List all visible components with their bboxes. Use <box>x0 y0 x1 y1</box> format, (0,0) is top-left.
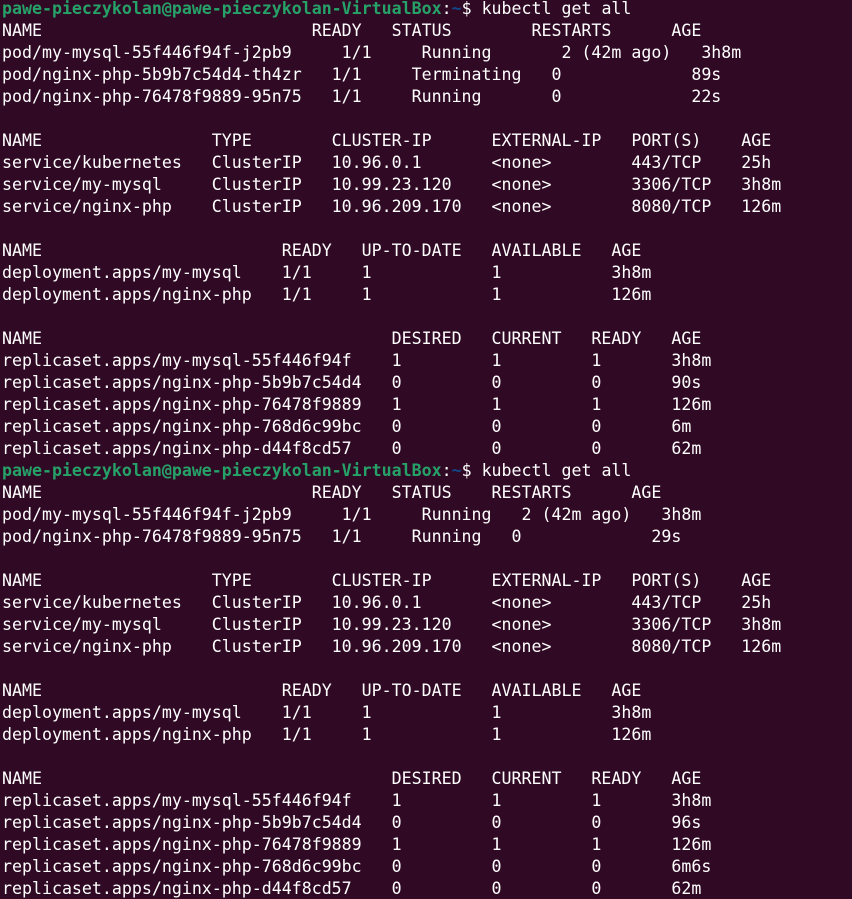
prompt-user-host: pawe-pieczykolan@pawe-pieczykolan-Virtua… <box>2 0 442 18</box>
terminal-window[interactable]: pawe-pieczykolan@pawe-pieczykolan-Virtua… <box>0 0 852 899</box>
prompt-path: ~ <box>451 0 462 18</box>
output-line: replicaset.apps/nginx-php-5b9b7c54d4 0 0… <box>2 813 702 832</box>
output-line: replicaset.apps/nginx-php-d44f8cd57 0 0 … <box>2 439 702 458</box>
output-line: replicaset.apps/my-mysql-55f446f94f 1 1 … <box>2 791 712 810</box>
output-line: pod/nginx-php-5b9b7c54d4-th4zr 1/1 Termi… <box>2 65 722 84</box>
prompt-colon: : <box>441 0 452 18</box>
prompt-user-host: pawe-pieczykolan@pawe-pieczykolan-Virtua… <box>2 461 442 480</box>
output-line: replicaset.apps/nginx-php-768d6c99bc 0 0… <box>2 417 692 436</box>
output-line: replicaset.apps/nginx-php-76478f9889 1 1… <box>2 395 712 414</box>
output-line: NAME READY STATUS RESTARTS AGE <box>2 483 662 502</box>
output-line: replicaset.apps/nginx-php-768d6c99bc 0 0… <box>2 857 712 876</box>
command-text: kubectl get all <box>481 0 632 18</box>
prompt-symbol: $ <box>461 0 482 18</box>
output-line: replicaset.apps/nginx-php-5b9b7c54d4 0 0… <box>2 373 702 392</box>
prompt-symbol: $ <box>461 461 482 480</box>
output-line: NAME TYPE CLUSTER-IP EXTERNAL-IP PORT(S)… <box>2 131 772 150</box>
output-line: pod/nginx-php-76478f9889-95n75 1/1 Runni… <box>2 527 682 546</box>
output-line: NAME DESIRED CURRENT READY AGE <box>2 769 702 788</box>
output-line: service/my-mysql ClusterIP 10.99.23.120 … <box>2 175 782 194</box>
output-line: deployment.apps/my-mysql 1/1 1 1 3h8m <box>2 703 652 722</box>
output-line: pod/my-mysql-55f446f94f-j2pb9 1/1 Runnin… <box>2 505 702 524</box>
output-line: replicaset.apps/my-mysql-55f446f94f 1 1 … <box>2 351 712 370</box>
output-line: service/my-mysql ClusterIP 10.99.23.120 … <box>2 615 782 634</box>
output-line: service/nginx-php ClusterIP 10.96.209.17… <box>2 197 782 216</box>
output-line: pod/nginx-php-76478f9889-95n75 1/1 Runni… <box>2 87 722 106</box>
command-text: kubectl get all <box>481 461 632 480</box>
output-line: deployment.apps/nginx-php 1/1 1 1 126m <box>2 285 652 304</box>
output-line: deployment.apps/nginx-php 1/1 1 1 126m <box>2 725 652 744</box>
prompt-path: ~ <box>451 461 462 480</box>
output-line: pod/my-mysql-55f446f94f-j2pb9 1/1 Runnin… <box>2 43 742 62</box>
output-line: NAME READY UP-TO-DATE AVAILABLE AGE <box>2 681 642 700</box>
output-line: NAME DESIRED CURRENT READY AGE <box>2 329 702 348</box>
output-line: replicaset.apps/nginx-php-d44f8cd57 0 0 … <box>2 879 702 898</box>
prompt-line: pawe-pieczykolan@pawe-pieczykolan-Virtua… <box>2 460 631 482</box>
output-line: NAME TYPE CLUSTER-IP EXTERNAL-IP PORT(S)… <box>2 571 772 590</box>
prompt-colon: : <box>441 461 452 480</box>
output-line: NAME READY STATUS RESTARTS AGE <box>2 21 702 40</box>
output-line: deployment.apps/my-mysql 1/1 1 1 3h8m <box>2 263 652 282</box>
output-line: replicaset.apps/nginx-php-76478f9889 1 1… <box>2 835 712 854</box>
output-line: service/kubernetes ClusterIP 10.96.0.1 <… <box>2 593 772 612</box>
output-line: service/nginx-php ClusterIP 10.96.209.17… <box>2 637 782 656</box>
prompt-line: pawe-pieczykolan@pawe-pieczykolan-Virtua… <box>2 0 631 20</box>
output-line: NAME READY UP-TO-DATE AVAILABLE AGE <box>2 241 642 260</box>
output-line: service/kubernetes ClusterIP 10.96.0.1 <… <box>2 153 772 172</box>
